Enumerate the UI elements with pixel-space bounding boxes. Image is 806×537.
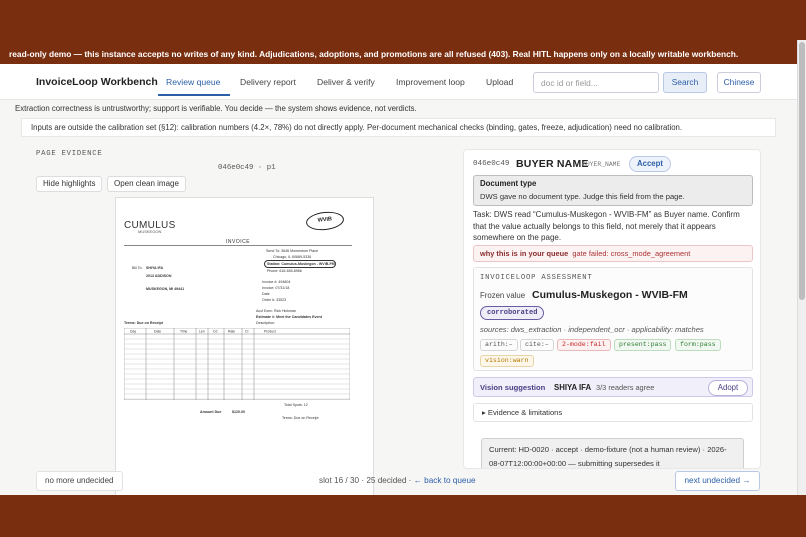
field-doc-id: 046e0c49	[473, 160, 510, 168]
page-id: 046e0c49 · p1	[218, 164, 276, 172]
doc-terms: Terms: Due on Receipt	[124, 321, 163, 325]
document-type-heading: Document type	[480, 179, 537, 188]
check-chip-form: form:pass	[675, 339, 721, 351]
tab-upload[interactable]: Upload	[486, 77, 513, 87]
read-only-banner: read-only demo — this instance accepts n…	[9, 49, 739, 59]
table-header-cell: Day	[130, 330, 136, 334]
table-header-cell: Cd	[213, 330, 217, 334]
trust-notice: Extraction correctness is untrustworthy;…	[15, 104, 417, 113]
page-evidence-heading: PAGE EVIDENCE	[36, 150, 103, 158]
active-tab-indicator	[158, 94, 230, 96]
back-to-queue-link[interactable]: ← back to queue	[414, 476, 476, 485]
search-button[interactable]: Search	[663, 72, 707, 93]
tab-deliver-verify[interactable]: Deliver & verify	[317, 77, 375, 87]
sources-line: sources: dws_extraction · independent_oc…	[480, 325, 704, 334]
check-chip-2-mode: 2-mode:fail	[557, 339, 611, 351]
tab-delivery-report[interactable]: Delivery report	[240, 77, 296, 87]
table-header-cell: Product	[264, 330, 276, 334]
bill-to-line: MUSKEGON, MI 49441	[146, 287, 185, 291]
queue-reason-text: gate failed: cross_mode_agreement	[572, 249, 691, 258]
field-name: BUYER NAME	[516, 158, 589, 170]
next-undecided-button[interactable]: next undecided →	[675, 471, 760, 491]
app-title: InvoiceLoop Workbench	[36, 76, 158, 88]
vision-agreement: 3/3 readers agree	[596, 383, 655, 392]
queue-reason-label: why this is in your queue	[480, 249, 569, 258]
search-input[interactable]	[533, 72, 659, 93]
doc-divider	[124, 245, 352, 246]
table-header-cell: Rate	[228, 330, 235, 334]
vision-suggestion-box: Vision suggestion SHIYA IFA 3/3 readers …	[473, 377, 753, 397]
bill-to-label: Bill To:	[132, 266, 143, 270]
doc-right-line: Phone: 616-655-8966	[267, 269, 302, 273]
doc-right-line: Invoice #: 494804	[262, 280, 291, 284]
doc-right-line: Description:	[256, 321, 275, 325]
tab-improvement-loop[interactable]: Improvement loop	[396, 77, 465, 87]
workbench-app: InvoiceLoop Workbench Review queue Deliv…	[0, 64, 797, 495]
accept-button[interactable]: Accept	[629, 156, 671, 172]
scrollbar-thumb[interactable]	[799, 42, 805, 300]
current-decision: Current: HD-0020 · accept · demo-fixture…	[481, 438, 744, 468]
check-chip-arith: arith:–	[480, 339, 518, 351]
open-clean-image-button[interactable]: Open clean image	[107, 176, 186, 192]
table-header-cell: Date	[154, 330, 161, 334]
calibration-notice: Inputs are outside the calibration set (…	[21, 118, 776, 137]
doc-right-line: Estimate #: Meet the Candidates Event	[256, 315, 322, 319]
corroborated-badge: corroborated	[480, 306, 545, 320]
doc-right-line: Station: Cumulus-Muskegon - WVIB-FM	[267, 262, 335, 266]
doc-right-line: Chicago, IL 60689-5336	[273, 255, 312, 259]
table-header-cell: CI	[245, 330, 248, 334]
doc-right-line: Send To: 3646 Momentum Place	[266, 249, 319, 253]
bill-to-line: SHIYA IFA	[146, 266, 164, 270]
top-nav: InvoiceLoop Workbench Review queue Deliv…	[0, 64, 797, 100]
slot-counter: slot 16 / 30 · 25 decided ·	[319, 476, 414, 485]
table-header-cell: Len	[199, 330, 205, 334]
language-button[interactable]: Chinese	[717, 72, 761, 93]
field-code: BUYER_NAME	[582, 161, 621, 168]
frozen-value: Cumulus-Muskegon - WVIB-FM	[532, 289, 688, 301]
doc-amount: $120.00	[232, 410, 245, 414]
station-logo-stamp: WVIB	[305, 210, 345, 232]
table-header-cell: Time	[180, 330, 188, 334]
cumulus-logo-sub: MUSKEGON	[138, 229, 162, 234]
frozen-value-label: Frozen value	[480, 291, 526, 300]
no-more-undecided-button[interactable]: no more undecided	[36, 471, 123, 491]
doc-right-line: Acct Exec: Rick Hickman	[256, 309, 296, 313]
page-scrollbar[interactable]	[797, 40, 806, 495]
doc-right-line: Date	[262, 292, 270, 296]
assessment-box: INVOICELOOP ASSESSMENT Frozen value Cumu…	[473, 267, 753, 371]
queue-reason: why this is in your queue gate failed: c…	[473, 245, 753, 262]
adopt-button[interactable]: Adopt	[708, 380, 748, 396]
spot-table: Day Date Time Len Cd Rate CI Product	[124, 328, 350, 400]
doc-right-line: Invoice: 07/31/18	[262, 286, 290, 290]
assessment-heading: INVOICELOOP ASSESSMENT	[480, 274, 593, 282]
bill-to-line: 2013 ADDISON	[146, 274, 172, 278]
document-type-box: Document type DWS gave no document type.…	[473, 175, 753, 206]
doc-amount-label: Amount Due	[200, 410, 222, 414]
check-chip-vision: vision:warn	[480, 355, 534, 367]
doc-footer-terms: Terms: Due on Receipt	[282, 416, 319, 420]
evidence-limitations-toggle[interactable]: ▸ Evidence & limitations	[473, 403, 753, 422]
check-chip-cite: cite:–	[520, 339, 554, 351]
check-chip-present: present:pass	[614, 339, 672, 351]
doc-right-line: Order #: 33523	[262, 298, 287, 302]
field-review-panel: 046e0c49 BUYER NAME BUYER_NAME Accept Do…	[463, 149, 761, 469]
vision-suggestion-label: Vision suggestion	[480, 383, 546, 392]
document-type-text: DWS gave no document type. Judge this fi…	[480, 192, 685, 201]
doc-total-spots: Total Spots: 12	[284, 403, 308, 407]
hide-highlights-button[interactable]: Hide highlights	[36, 176, 103, 192]
slot-status: slot 16 / 30 · 25 decided · ← back to qu…	[319, 476, 476, 485]
invoice-page-image: CUMULUS MUSKEGON WVIB INVOICE Bill To: S…	[115, 197, 374, 495]
tab-review-queue[interactable]: Review queue	[166, 77, 220, 87]
task-description: Task: DWS read “Cumulus-Muskegon - WVIB-…	[473, 210, 740, 242]
vision-suggestion-value: SHIYA IFA	[554, 383, 592, 392]
